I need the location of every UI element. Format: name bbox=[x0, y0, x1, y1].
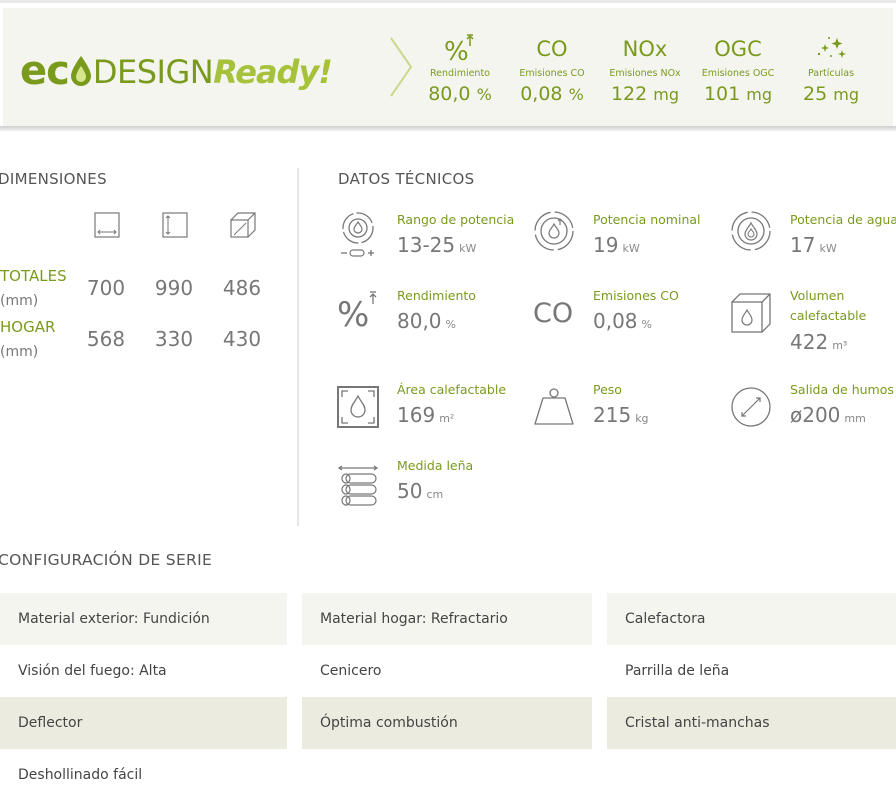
height-icon bbox=[162, 212, 188, 238]
dim-row-hogar-label: HOGAR bbox=[0, 318, 56, 336]
tech-label: Rango de potencia bbox=[397, 212, 515, 227]
tech-label: Rendimiento bbox=[397, 288, 476, 303]
leaf-drop-icon bbox=[70, 56, 91, 86]
nominal-power-icon bbox=[534, 211, 574, 251]
config-item: Óptima combustión bbox=[302, 697, 592, 749]
eco-metric-value: 101 mg bbox=[703, 83, 773, 105]
logo-design-text: DESIGN bbox=[92, 53, 214, 91]
technical-title: DATOS TÉCNICOS bbox=[338, 170, 475, 188]
water-power-icon bbox=[731, 211, 771, 251]
logo-eco-text: ec bbox=[20, 48, 70, 94]
heatable-volume-icon bbox=[731, 293, 771, 333]
sparkles-icon bbox=[785, 30, 877, 68]
config-item: Material exterior: Fundición bbox=[0, 593, 287, 645]
dim-hogar-width: 568 bbox=[86, 327, 126, 351]
depth-icon bbox=[230, 212, 256, 238]
firewood-icon bbox=[337, 465, 379, 506]
tech-value: 422 m³ bbox=[790, 330, 848, 354]
tech-item-firewood: Medida leña 50 cm bbox=[337, 456, 527, 516]
dim-row-hogar-unit: (mm) bbox=[0, 344, 39, 360]
eco-metric-value: 122 mg bbox=[610, 83, 680, 105]
tech-item-water-power: Potencia de agua 17 kW bbox=[730, 210, 896, 270]
config-item: Cenicero bbox=[320, 663, 382, 679]
percent-arrow-up-icon: % bbox=[414, 30, 506, 68]
tech-label: Emisiones CO bbox=[593, 288, 679, 303]
tech-item-co-emissions: CO Emisiones CO 0,08% bbox=[533, 286, 723, 346]
tech-value: 80,0% bbox=[397, 309, 456, 333]
svg-text:%: % bbox=[337, 295, 369, 332]
eco-metric-ogc: OGC Emisiones OGC 101 mg bbox=[692, 30, 784, 109]
tech-value: ø200 mm bbox=[790, 403, 866, 427]
tech-item-weight: Peso 215 kg bbox=[533, 380, 723, 440]
eco-metric-label: Emisiones CO bbox=[519, 68, 585, 79]
dim-hogar-depth: 430 bbox=[222, 327, 262, 351]
ogc-symbol: OGC bbox=[714, 37, 762, 61]
tech-value: 0,08% bbox=[593, 309, 652, 333]
eco-metric-label: Partículas bbox=[807, 68, 855, 79]
configuration-title: CONFIGURACIÓN DE SERIE bbox=[0, 551, 213, 569]
eco-metric-nox: NOx Emisiones NOx 122 mg bbox=[599, 30, 691, 109]
config-item: Parrilla de leña bbox=[625, 663, 730, 679]
tech-label: Potencia de agua bbox=[790, 212, 896, 227]
config-item: Material hogar: Refractario bbox=[302, 593, 592, 645]
tech-value: 169 m² bbox=[397, 403, 455, 427]
eco-metric-label: Emisiones NOx bbox=[609, 68, 681, 79]
tech-label: Área calefactable bbox=[397, 382, 507, 397]
svg-text:%: % bbox=[444, 37, 469, 67]
weight-icon bbox=[534, 388, 574, 425]
tech-item-efficiency: % Rendimiento 80,0% bbox=[337, 286, 527, 346]
tech-item-heatable-volume: Volumen calefactable 422 m³ bbox=[730, 286, 896, 366]
ecodesign-logo: ec DESIGN Ready! bbox=[20, 47, 333, 94]
tech-value: 13-25 kW bbox=[397, 233, 477, 257]
dim-totales-width: 700 bbox=[86, 276, 126, 300]
config-item: Cristal anti-manchas bbox=[607, 697, 896, 749]
tech-item-heatable-area: Área calefactable 169 m² bbox=[337, 380, 527, 440]
tech-value: 50 cm bbox=[397, 479, 444, 503]
dimensions-title: DIMENSIONES bbox=[0, 170, 107, 188]
smoke-outlet-icon bbox=[731, 387, 771, 427]
eco-metric-label: Emisiones OGC bbox=[701, 68, 775, 79]
dim-hogar-height: 330 bbox=[154, 327, 194, 351]
eco-metric-co: CO Emisiones CO 0,08 % bbox=[506, 30, 598, 109]
width-icon bbox=[94, 212, 120, 238]
dim-totales-depth: 486 bbox=[222, 276, 262, 300]
ecodesign-banner: ec DESIGN Ready! % Rendimiento 80,0 % CO… bbox=[0, 0, 896, 132]
eco-metric-label: Rendimiento bbox=[429, 68, 490, 79]
config-item: Calefactora bbox=[607, 593, 896, 645]
dim-totales-height: 990 bbox=[154, 276, 194, 300]
chevron-right-icon bbox=[390, 37, 413, 97]
co-emissions-icon: CO bbox=[533, 298, 574, 329]
tech-value: 215 kg bbox=[593, 403, 649, 427]
eco-metric-rendimiento: % Rendimiento 80,0 % bbox=[414, 30, 506, 109]
section-divider bbox=[297, 168, 299, 526]
dim-row-totales-unit: (mm) bbox=[0, 293, 39, 309]
eco-metric-value: 0,08 % bbox=[520, 83, 584, 105]
efficiency-icon: % bbox=[337, 291, 377, 332]
heatable-area-icon bbox=[337, 386, 379, 428]
tech-label: Potencia nominal bbox=[593, 212, 701, 227]
nox-symbol: NOx bbox=[622, 37, 668, 61]
eco-metric-particulas: Partículas 25 mg bbox=[785, 30, 877, 109]
tech-value: 17 kW bbox=[790, 233, 837, 257]
banner-shadow bbox=[0, 126, 896, 131]
tech-item-power-range: Rango de potencia 13-25 kW bbox=[337, 210, 527, 270]
power-range-icon bbox=[341, 212, 374, 257]
config-item: Deflector bbox=[0, 697, 287, 749]
top-divider bbox=[0, 0, 896, 3]
co-symbol: CO bbox=[536, 37, 568, 61]
dim-row-totales-label: TOTALES bbox=[0, 267, 67, 285]
tech-item-nominal-power: Potencia nominal 19 kW bbox=[533, 210, 723, 270]
eco-metric-value: 80,0 % bbox=[428, 83, 492, 105]
tech-label: Medida leña bbox=[397, 458, 474, 473]
tech-value: 19 kW bbox=[593, 233, 640, 257]
tech-label: Peso bbox=[593, 382, 622, 397]
logo-ready-text: Ready! bbox=[213, 53, 333, 91]
tech-label: Volumen calefactable bbox=[790, 288, 867, 323]
tech-label: Salida de humos bbox=[790, 382, 894, 397]
config-item: Visión del fuego: Alta bbox=[18, 663, 167, 679]
tech-item-smoke-outlet: Salida de humos ø200 mm bbox=[730, 380, 896, 440]
eco-metric-value: 25 mg bbox=[803, 83, 859, 105]
config-item: Deshollinado fácil bbox=[18, 767, 143, 783]
